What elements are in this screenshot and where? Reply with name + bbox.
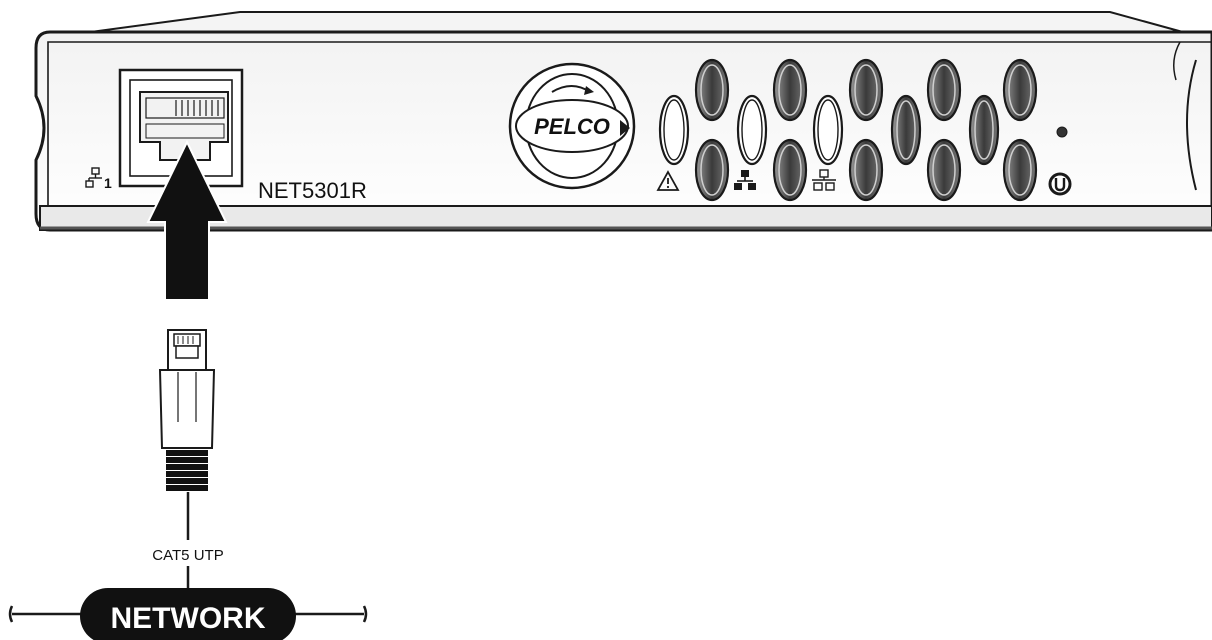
plug-boot-ridge — [166, 471, 208, 477]
pelco-logo: PELCO — [508, 62, 636, 190]
plug-boot-ridge — [166, 464, 208, 470]
model-label: NET5301R — [258, 178, 367, 203]
vent-slot — [890, 94, 922, 166]
cable-label: CAT5 UTP — [152, 547, 223, 564]
network-label: NETWORK — [111, 602, 266, 635]
plug-boot-ridge — [166, 457, 208, 463]
plug-boot-ridge — [166, 478, 208, 484]
connection-diagram: 1 NET5301R PELCO CAT5 UTP NETWORK — [8, 11, 1212, 640]
status-led — [1056, 126, 1068, 138]
port-number-label: 1 — [104, 175, 112, 191]
plug-boot-ridge — [166, 485, 208, 491]
plug-boot-ridge — [166, 450, 208, 456]
network-bus: NETWORK — [8, 588, 368, 640]
pelco-logo-text: PELCO — [534, 114, 610, 139]
rj45-plug — [158, 329, 216, 491]
vent-slot — [968, 94, 1000, 166]
power-icon — [1048, 172, 1072, 196]
